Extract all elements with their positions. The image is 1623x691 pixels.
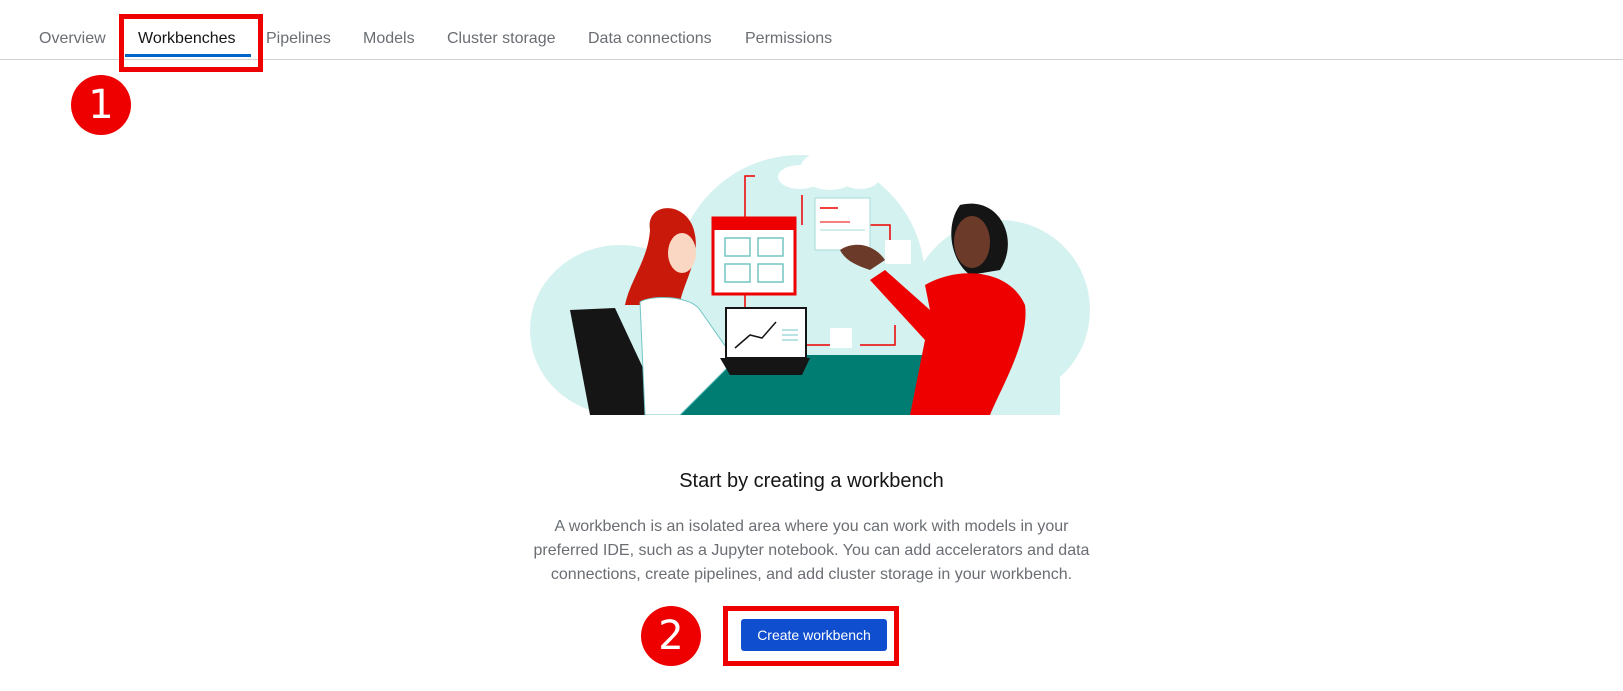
tab-data-connections[interactable]: Data connections (588, 28, 712, 58)
tab-cluster-storage[interactable]: Cluster storage (447, 28, 556, 58)
empty-state-illustration (530, 150, 1090, 415)
create-workbench-button[interactable]: Create workbench (741, 619, 887, 651)
tab-overview[interactable]: Overview (39, 28, 106, 58)
annotation-step-1-badge: 1 (71, 75, 131, 135)
tab-models[interactable]: Models (363, 28, 415, 58)
tab-pipelines[interactable]: Pipelines (266, 28, 331, 58)
empty-state-title: Start by creating a workbench (679, 470, 944, 492)
annotation-highlight-workbenches-tab (119, 14, 263, 72)
empty-state-description: A workbench is an isolated area where yo… (533, 518, 1090, 583)
annotation-step-2-badge: 2 (641, 606, 701, 666)
tab-permissions[interactable]: Permissions (745, 28, 832, 58)
